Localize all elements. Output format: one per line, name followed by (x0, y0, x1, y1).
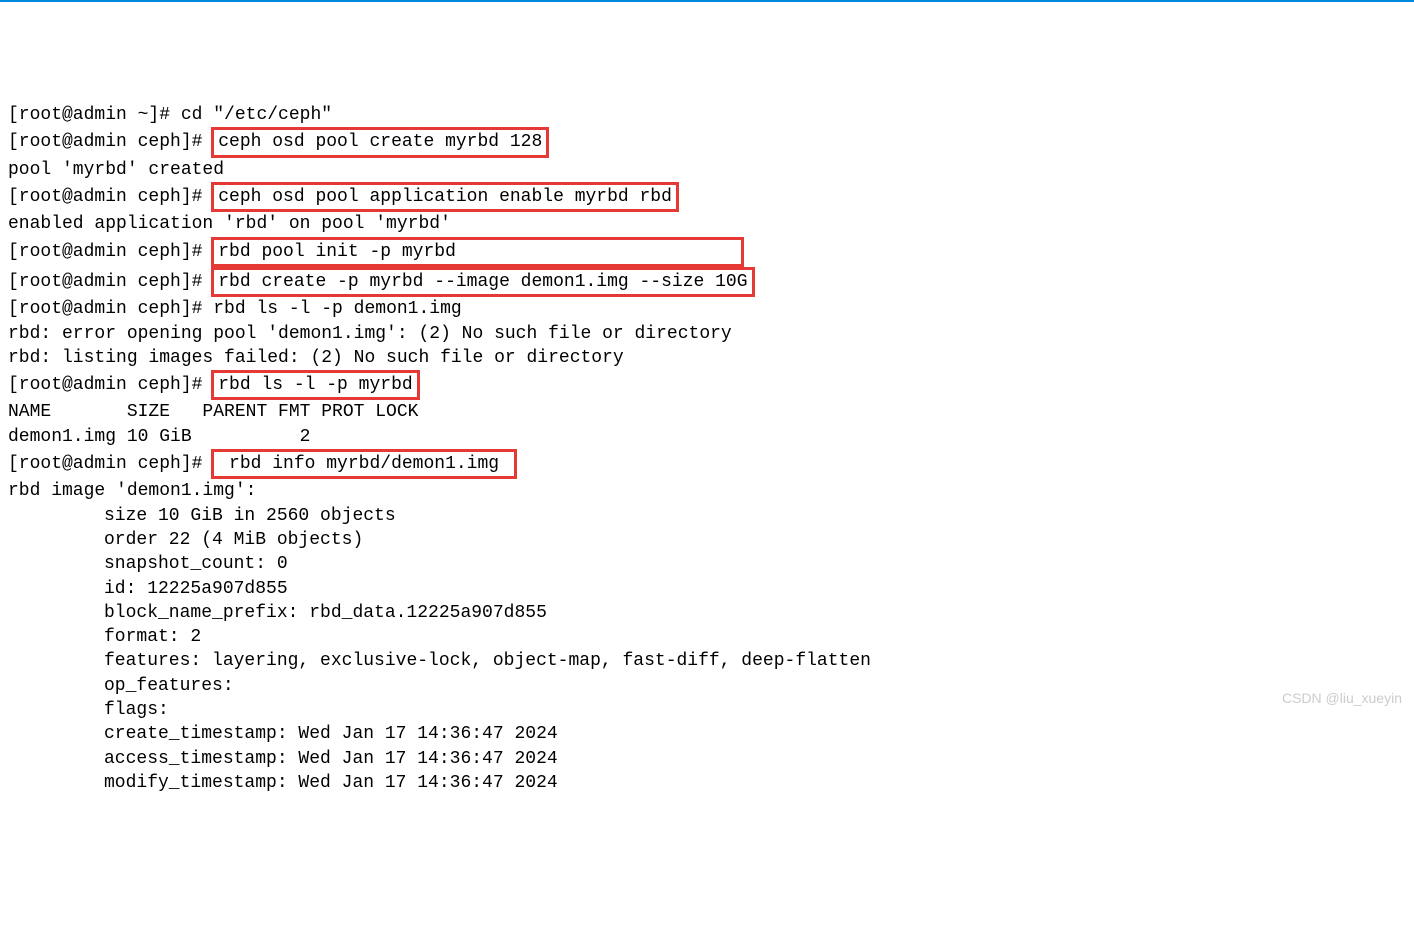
terminal-line: [root@admin ceph]# rbd pool init -p myrb… (8, 237, 1406, 267)
terminal-line: [root@admin ceph]# rbd info myrbd/demon1… (8, 449, 1406, 479)
terminal-line: [root@admin ~]# cd "/etc/ceph" (8, 103, 1406, 127)
terminal-line: [root@admin ceph]# ceph osd pool create … (8, 127, 1406, 157)
output-line: rbd: listing images failed: (2) No such … (8, 346, 1406, 370)
output-line: block_name_prefix: rbd_data.12225a907d85… (8, 601, 1406, 625)
output-line: NAME SIZE PARENT FMT PROT LOCK (8, 400, 1406, 424)
highlighted-command: ceph osd pool application enable myrbd r… (211, 182, 679, 212)
output-line: format: 2 (8, 625, 1406, 649)
highlighted-command: rbd info myrbd/demon1.img (211, 449, 517, 479)
output-line: snapshot_count: 0 (8, 552, 1406, 576)
terminal-line: [root@admin ceph]# rbd ls -l -p myrbd (8, 370, 1406, 400)
command-text: rbd ls -l -p demon1.img (213, 299, 461, 319)
terminal-line: [root@admin ceph]# rbd ls -l -p demon1.i… (8, 297, 1406, 321)
shell-prompt: [root@admin ~]# (8, 105, 181, 125)
highlighted-command: rbd ls -l -p myrbd (211, 370, 419, 400)
shell-prompt: [root@admin ceph]# (8, 375, 213, 395)
output-line: demon1.img 10 GiB 2 (8, 425, 1406, 449)
highlighted-command: rbd pool init -p myrbd (211, 237, 743, 267)
watermark: CSDN @liu_xueyin (1282, 689, 1402, 708)
output-line: id: 12225a907d855 (8, 577, 1406, 601)
output-line: order 22 (4 MiB objects) (8, 528, 1406, 552)
output-line: rbd image 'demon1.img': (8, 479, 1406, 503)
shell-prompt: [root@admin ceph]# (8, 187, 213, 207)
highlighted-command: rbd create -p myrbd --image demon1.img -… (211, 267, 754, 297)
terminal-output: [root@admin ~]# cd "/etc/ceph"[root@admi… (8, 103, 1406, 795)
output-line: features: layering, exclusive-lock, obje… (8, 649, 1406, 673)
terminal-line: [root@admin ceph]# rbd create -p myrbd -… (8, 267, 1406, 297)
output-line: flags: (8, 698, 1406, 722)
output-line: enabled application 'rbd' on pool 'myrbd… (8, 212, 1406, 236)
output-line: modify_timestamp: Wed Jan 17 14:36:47 20… (8, 771, 1406, 795)
highlighted-command: ceph osd pool create myrbd 128 (211, 127, 549, 157)
output-line: create_timestamp: Wed Jan 17 14:36:47 20… (8, 722, 1406, 746)
shell-prompt: [root@admin ceph]# (8, 454, 213, 474)
output-line: rbd: error opening pool 'demon1.img': (2… (8, 322, 1406, 346)
shell-prompt: [root@admin ceph]# (8, 299, 213, 319)
output-line: size 10 GiB in 2560 objects (8, 504, 1406, 528)
shell-prompt: [root@admin ceph]# (8, 132, 213, 152)
output-line: op_features: (8, 674, 1406, 698)
terminal-line: [root@admin ceph]# ceph osd pool applica… (8, 182, 1406, 212)
shell-prompt: [root@admin ceph]# (8, 242, 213, 262)
output-line: access_timestamp: Wed Jan 17 14:36:47 20… (8, 747, 1406, 771)
command-text: cd "/etc/ceph" (181, 105, 332, 125)
shell-prompt: [root@admin ceph]# (8, 272, 213, 292)
output-line: pool 'myrbd' created (8, 158, 1406, 182)
